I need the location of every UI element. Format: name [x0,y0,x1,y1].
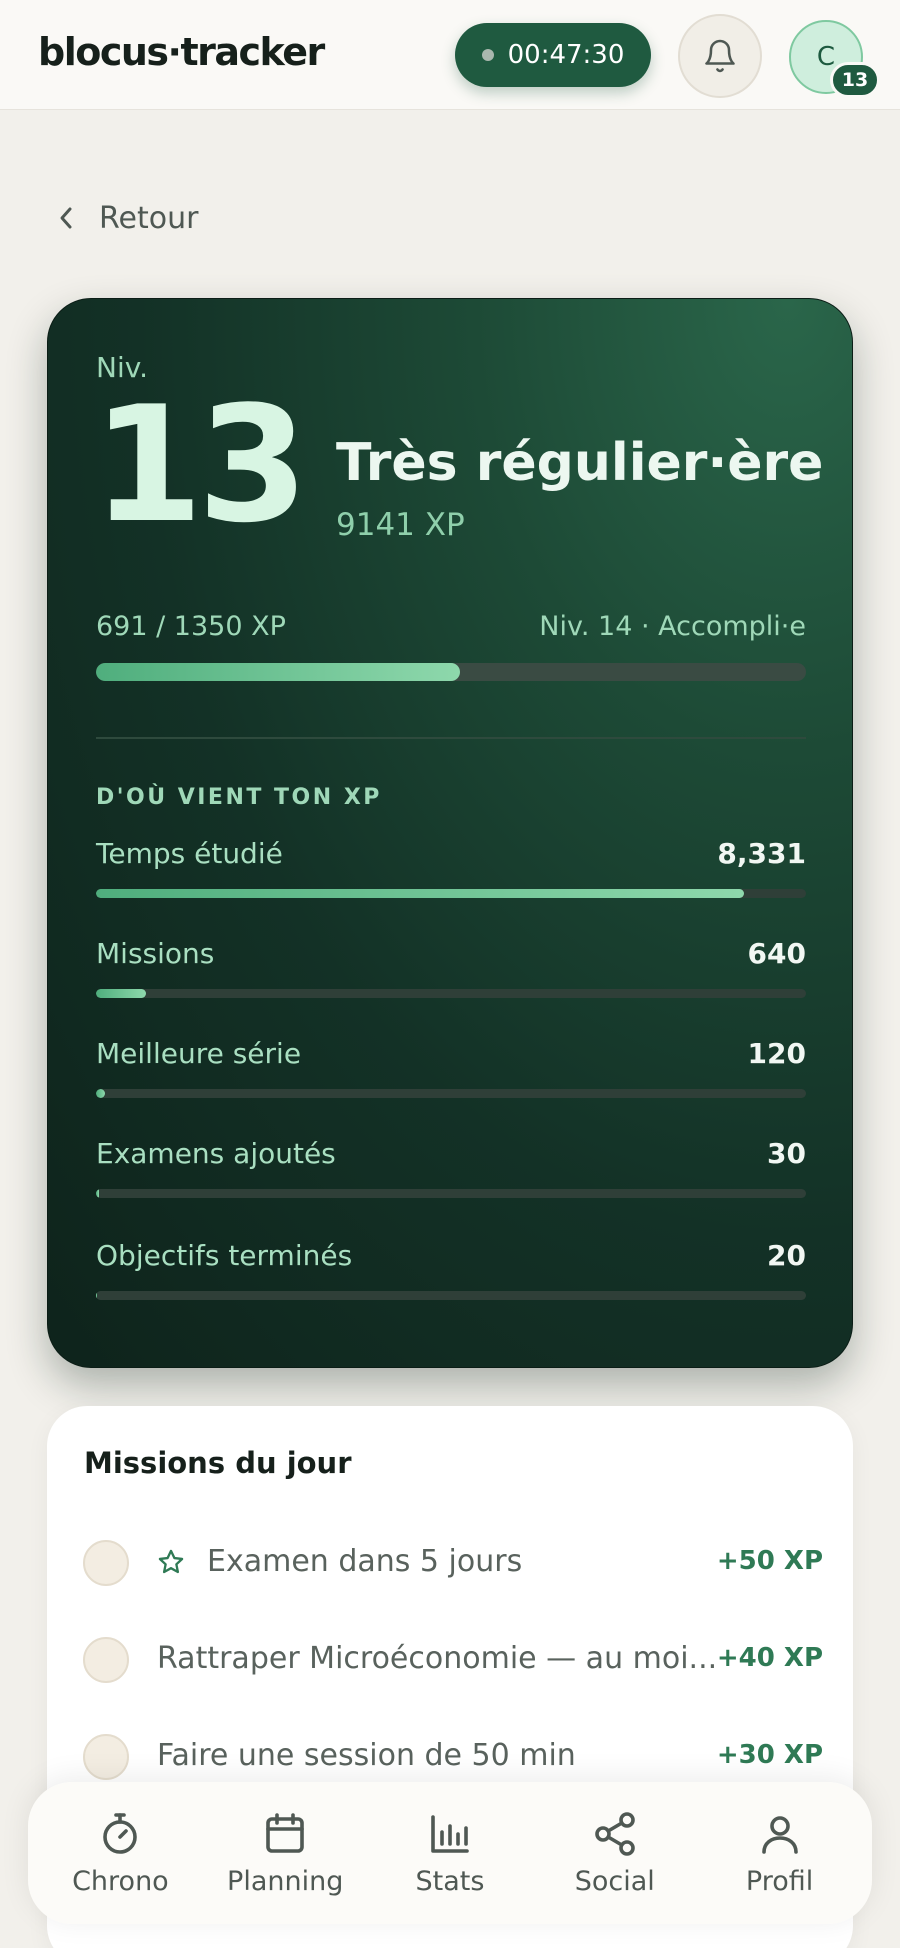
notifications-button[interactable] [678,14,762,98]
xp-source-bar-fill [96,989,146,998]
stopwatch-icon [103,1812,138,1854]
avatar-initial: C [816,42,836,72]
bottom-nav: Chrono Planning Stats Social Profil [28,1782,872,1924]
level-card: Niv. 13 Très régulier·ère 9141 XP 691 / … [47,298,853,1368]
xp-source-row: Temps étudié 8,331 [96,837,806,907]
avatar-level-badge: 13 [830,62,880,98]
mission-xp: +30 XP [716,1740,823,1770]
xp-source-label: Examens ajoutés [96,1137,336,1170]
nav-label: Stats [415,1865,485,1897]
nav-label: Planning [227,1865,344,1897]
timer-status-dot [481,49,494,61]
calendar-icon [266,1812,304,1853]
timer-value: 00:47:30 [507,40,625,70]
mission-text: Examen dans 5 jours [207,1544,523,1579]
xp-source-value: 640 [747,937,806,970]
running-timer-button[interactable]: 00:47:30 [455,23,651,87]
total-xp: 9141 XP [336,507,465,543]
xp-source-bar-fill [96,889,744,898]
mission-xp: +40 XP [716,1643,823,1673]
nav-label: Chrono [72,1865,169,1897]
app-header: blocus·tracker 00:47:30 C 13 [0,0,900,110]
back-label: Retour [99,200,199,236]
xp-source-bar [96,1291,806,1300]
xp-source-row: Examens ajoutés 30 [96,1137,806,1207]
xp-source-bar [96,1089,806,1098]
mission-text: Faire une session de 50 min [157,1738,576,1773]
next-level-label: Niv. 14 · Accompli·e [539,611,806,642]
mission-item[interactable]: Faire une session de 50 min +30 XP [83,1728,823,1788]
xp-source-row: Meilleure série 120 [96,1037,806,1107]
xp-source-label: Temps étudié [96,837,283,870]
back-button[interactable]: Retour [55,196,198,240]
nav-profil[interactable]: Profil [705,1810,855,1897]
mission-text: Rattraper Microéconomie — au moi... [157,1641,718,1676]
chevron-left-icon [60,207,72,229]
xp-source-label: Objectifs terminés [96,1239,353,1272]
mission-checkbox[interactable] [83,1637,129,1683]
xp-source-label: Meilleure série [96,1037,302,1070]
xp-source-bar-fill [96,1291,98,1300]
mission-checkbox[interactable] [83,1540,129,1586]
xp-source-value: 8,331 [717,837,806,870]
mission-xp: +50 XP [716,1546,823,1576]
nav-stats[interactable]: Stats [375,1810,525,1897]
xp-source-row: Objectifs terminés 20 [96,1239,806,1309]
nav-label: Profil [745,1865,814,1897]
xp-source-bar [96,889,806,898]
xp-source-bar-fill [96,1089,106,1098]
xp-source-value: 20 [767,1239,806,1272]
level-number: 13 [92,371,309,558]
app-logo[interactable]: blocus·tracker [38,30,325,74]
bar-chart-icon [431,1814,469,1853]
divider [96,737,806,739]
nav-chrono[interactable]: Chrono [45,1810,195,1897]
xp-source-label: Missions [96,937,215,970]
star-icon [158,1549,184,1574]
share-icon [594,1811,635,1856]
bell-icon [705,39,735,73]
xp-source-value: 120 [747,1037,806,1070]
mission-checkbox[interactable] [83,1734,129,1780]
xp-source-bar [96,1189,806,1198]
xp-sources-title: D'OÙ VIENT TON XP [96,785,382,810]
mission-item[interactable]: Rattraper Microéconomie — au moi... +40 … [83,1631,823,1691]
user-icon [761,1815,798,1854]
xp-source-bar-fill [96,1189,99,1198]
level-progress-label: 691 / 1350 XP [96,611,286,642]
nav-planning[interactable]: Planning [210,1810,360,1897]
rank-title: Très régulier·ère [336,433,824,493]
missions-title: Missions du jour [84,1446,352,1480]
level-progress-fill [96,663,460,681]
xp-source-row: Missions 640 [96,937,806,1007]
nav-label: Social [574,1865,655,1897]
xp-source-value: 30 [767,1137,806,1170]
xp-source-bar [96,989,806,998]
nav-social[interactable]: Social [540,1810,690,1897]
level-progress-bar [96,663,806,681]
mission-item[interactable]: Examen dans 5 jours +50 XP [83,1534,823,1594]
